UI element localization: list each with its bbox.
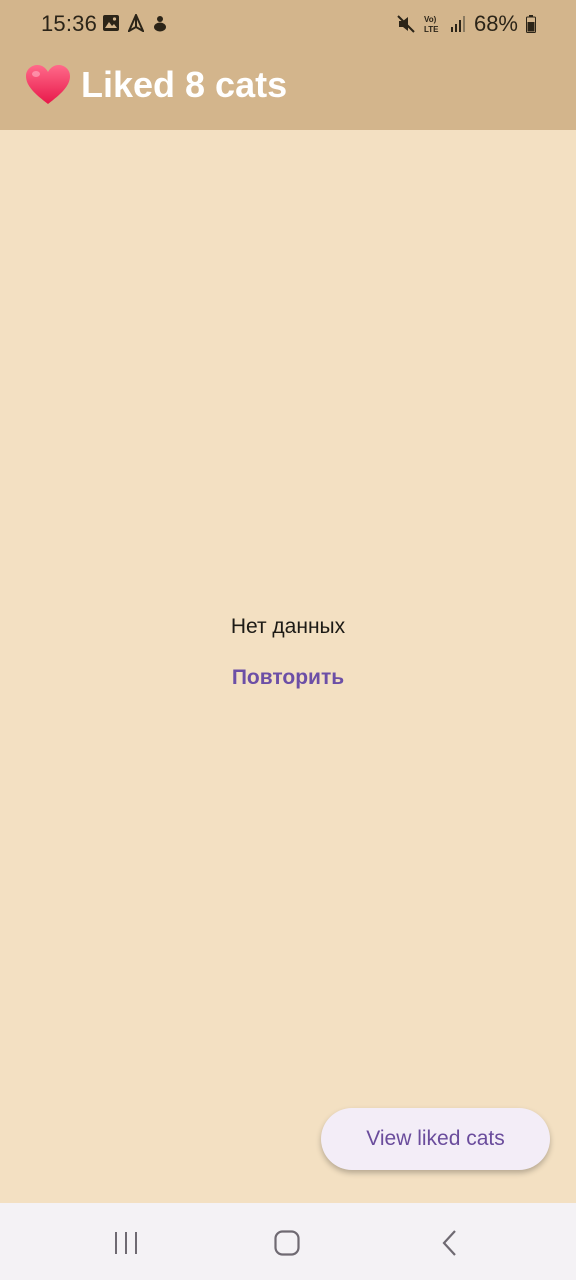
heart-icon	[26, 65, 70, 104]
back-icon	[442, 1230, 456, 1256]
volte-icon: Vo) LTE	[424, 15, 439, 34]
empty-state-text: Нет данных	[230, 615, 346, 638]
home-button[interactable]	[257, 1223, 317, 1263]
main-content: Нет данных Повторить	[0, 130, 576, 1203]
svg-text:Vo): Vo)	[424, 15, 437, 24]
recents-icon	[115, 1232, 137, 1254]
navigation-icon	[128, 14, 144, 32]
mute-icon	[397, 15, 415, 33]
status-bar: 15:36 Vo) LTE 68%	[0, 0, 576, 48]
back-button[interactable]	[419, 1223, 479, 1263]
status-right-icons: Vo) LTE 68%	[396, 11, 536, 37]
app-icon	[154, 16, 166, 32]
svg-text:LTE: LTE	[424, 25, 439, 34]
view-liked-cats-button[interactable]: View liked cats	[321, 1108, 550, 1170]
retry-button[interactable]: Повторить	[210, 656, 366, 700]
status-left-icons	[102, 14, 168, 32]
recents-button[interactable]	[96, 1223, 156, 1263]
page-title: Liked 8 cats	[81, 64, 288, 105]
home-icon	[274, 1230, 300, 1256]
status-time: 15:36	[41, 11, 98, 36]
app-bar: Liked 8 cats	[0, 48, 576, 130]
battery-percentage: 68%	[473, 11, 518, 36]
signal-icon	[450, 16, 465, 32]
battery-icon	[526, 15, 536, 33]
gallery-icon	[103, 15, 119, 31]
system-nav-bar	[0, 1203, 576, 1280]
